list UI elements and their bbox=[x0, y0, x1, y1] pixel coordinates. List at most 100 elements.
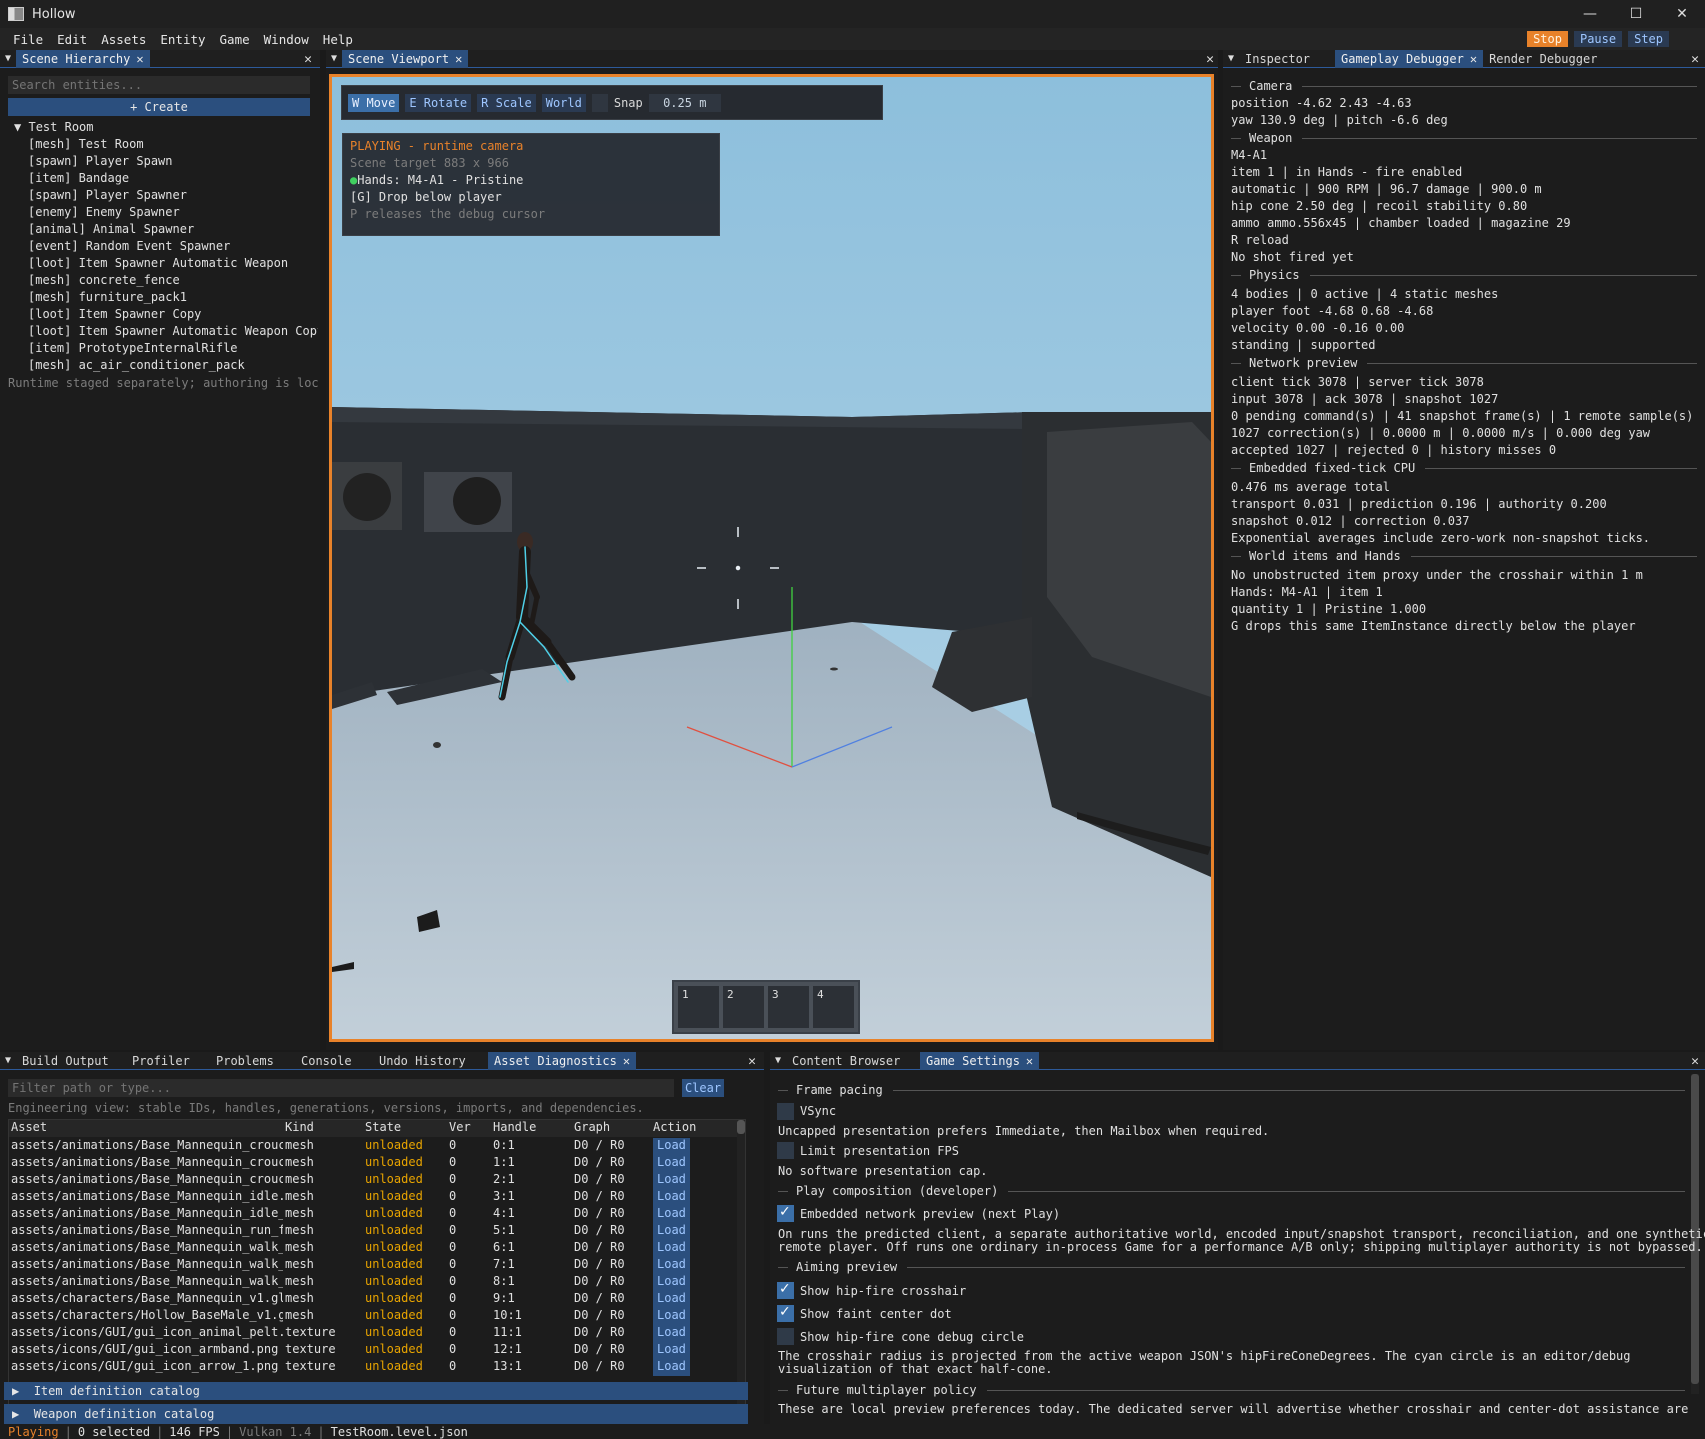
hotbar-slot-1[interactable]: 1 bbox=[678, 986, 719, 1028]
menu-assets[interactable]: Assets bbox=[94, 32, 153, 47]
load-button[interactable]: Load bbox=[653, 1274, 690, 1291]
close-tab-icon[interactable]: ✕ bbox=[623, 1054, 630, 1068]
tree-item[interactable]: [animal] Animal Spawner bbox=[28, 222, 318, 239]
close-panel-icon[interactable]: ✕ bbox=[1206, 50, 1214, 68]
item-catalog-header[interactable]: ▶ Item definition catalog bbox=[4, 1382, 748, 1400]
viewport-canvas[interactable]: W Move E Rotate R Scale World Snap 0.25 … bbox=[329, 74, 1214, 1042]
hotbar-slot-2[interactable]: 2 bbox=[723, 986, 764, 1028]
panel-menu-icon[interactable]: ▼ bbox=[0, 1052, 16, 1070]
load-button[interactable]: Load bbox=[653, 1240, 690, 1257]
close-tab-icon[interactable]: ✕ bbox=[1470, 52, 1477, 66]
column-header[interactable]: Ver bbox=[449, 1120, 491, 1137]
panel-menu-icon[interactable]: ▼ bbox=[0, 50, 16, 68]
search-input[interactable] bbox=[8, 76, 310, 94]
menu-help[interactable]: Help bbox=[316, 32, 360, 47]
embedded-preview-checkbox[interactable] bbox=[777, 1204, 794, 1222]
table-row[interactable]: assets/characters/Base_Mannequin_v1.glb m… bbox=[9, 1291, 737, 1308]
stop-button[interactable]: Stop bbox=[1527, 31, 1568, 47]
menu-entity[interactable]: Entity bbox=[153, 32, 212, 47]
tree-item[interactable]: [event] Random Event Spawner bbox=[28, 239, 318, 256]
panel-menu-icon[interactable]: ▼ bbox=[770, 1052, 786, 1070]
column-header[interactable]: Kind bbox=[285, 1120, 363, 1137]
tab-console[interactable]: Console bbox=[295, 1052, 373, 1070]
table-row[interactable]: assets/animations/Base_Mannequin_idle.gl… bbox=[9, 1189, 737, 1206]
tab-scene-hierarchy[interactable]: Scene Hierarchy ✕ bbox=[16, 49, 150, 68]
close-panel-icon[interactable]: ✕ bbox=[748, 1052, 756, 1070]
hotbar-slot-4[interactable]: 4 bbox=[813, 986, 854, 1028]
column-header[interactable]: Asset bbox=[11, 1120, 283, 1137]
close-panel-icon[interactable]: ✕ bbox=[1691, 1052, 1699, 1070]
table-row[interactable]: assets/icons/GUI/gui_icon_animal_pelt.p t… bbox=[9, 1325, 737, 1342]
tree-item[interactable]: [enemy] Enemy Spawner bbox=[28, 205, 318, 222]
close-panel-icon[interactable]: ✕ bbox=[1691, 50, 1699, 68]
create-button[interactable]: + Create bbox=[8, 98, 310, 116]
load-button[interactable]: Load bbox=[653, 1325, 690, 1342]
tab-game-settings[interactable]: Game Settings ✕ bbox=[920, 1052, 1040, 1070]
hotbar-slot-3[interactable]: 3 bbox=[768, 986, 809, 1028]
hip-crosshair-checkbox[interactable] bbox=[777, 1281, 794, 1299]
column-header[interactable]: Action bbox=[653, 1120, 713, 1137]
menu-game[interactable]: Game bbox=[213, 32, 257, 47]
table-row[interactable]: assets/animations/Base_Mannequin_crouch m… bbox=[9, 1172, 737, 1189]
column-header[interactable]: Graph bbox=[574, 1120, 652, 1137]
table-row[interactable]: assets/icons/GUI/gui_icon_arrow_1.png tex… bbox=[9, 1359, 737, 1376]
rotate-tool-button[interactable]: E Rotate bbox=[405, 93, 472, 112]
tab-render-debugger[interactable]: Render Debugger bbox=[1483, 50, 1603, 68]
tab-gameplay-debugger[interactable]: Gameplay Debugger ✕ bbox=[1335, 49, 1484, 68]
tree-item[interactable]: [loot] Item Spawner Automatic Weapon Cop… bbox=[28, 324, 318, 341]
close-tab-icon[interactable]: ✕ bbox=[1026, 1054, 1033, 1068]
table-row[interactable]: assets/animations/Base_Mannequin_walk_f m… bbox=[9, 1257, 737, 1274]
load-button[interactable]: Load bbox=[653, 1223, 690, 1240]
tree-root[interactable]: ▼ Test Room bbox=[14, 120, 94, 137]
minimize-button[interactable]: — bbox=[1567, 0, 1613, 28]
tree-item[interactable]: [mesh] furniture_pack1 bbox=[28, 290, 318, 307]
column-header[interactable]: Handle bbox=[493, 1120, 573, 1137]
load-button[interactable]: Load bbox=[653, 1155, 690, 1172]
tab-asset-diagnostics[interactable]: Asset Diagnostics ✕ bbox=[488, 1051, 637, 1070]
tab-content-browser[interactable]: Content Browser bbox=[786, 1052, 920, 1070]
scale-tool-button[interactable]: R Scale bbox=[477, 93, 536, 112]
clear-button[interactable]: Clear bbox=[682, 1079, 724, 1097]
close-tab-icon[interactable]: ✕ bbox=[455, 52, 462, 66]
tab-profiler[interactable]: Profiler bbox=[126, 1052, 210, 1070]
cone-circle-checkbox[interactable] bbox=[777, 1328, 794, 1345]
vsync-checkbox[interactable] bbox=[777, 1103, 794, 1120]
tree-item[interactable]: [mesh] Test Room bbox=[28, 137, 318, 154]
panel-menu-icon[interactable]: ▼ bbox=[1223, 50, 1239, 68]
panel-menu-icon[interactable]: ▼ bbox=[326, 50, 342, 68]
menu-file[interactable]: File bbox=[6, 32, 50, 47]
load-button[interactable]: Load bbox=[653, 1206, 690, 1223]
load-button[interactable]: Load bbox=[653, 1291, 690, 1308]
table-row[interactable]: assets/animations/Base_Mannequin_run_fo m… bbox=[9, 1223, 737, 1240]
load-button[interactable]: Load bbox=[653, 1138, 690, 1155]
load-button[interactable]: Load bbox=[653, 1257, 690, 1274]
tree-item[interactable]: [loot] Item Spawner Automatic Weapon bbox=[28, 256, 318, 273]
weapon-catalog-header[interactable]: ▶ Weapon definition catalog bbox=[4, 1404, 748, 1424]
tree-item[interactable]: [item] Bandage bbox=[28, 171, 318, 188]
load-button[interactable]: Load bbox=[653, 1342, 690, 1359]
table-row[interactable]: assets/animations/Base_Mannequin_crouch m… bbox=[9, 1138, 737, 1155]
table-row[interactable]: assets/characters/Hollow_BaseMale_v1.gl m… bbox=[9, 1308, 737, 1325]
tree-item[interactable]: [item] PrototypeInternalRifle bbox=[28, 341, 318, 358]
load-button[interactable]: Load bbox=[653, 1359, 690, 1376]
pause-button[interactable]: Pause bbox=[1573, 31, 1623, 47]
scrollbar-thumb[interactable] bbox=[737, 1120, 745, 1134]
load-button[interactable]: Load bbox=[653, 1189, 690, 1206]
collapse-arrow-icon[interactable]: ▼ bbox=[14, 120, 21, 134]
tree-item[interactable]: [mesh] concrete_fence bbox=[28, 273, 318, 290]
close-window-button[interactable]: ✕ bbox=[1659, 0, 1705, 28]
menu-edit[interactable]: Edit bbox=[50, 32, 94, 47]
tab-build-output[interactable]: Build Output bbox=[16, 1052, 126, 1070]
tab-scene-viewport[interactable]: Scene Viewport ✕ bbox=[342, 49, 469, 68]
tab-problems[interactable]: Problems bbox=[210, 1052, 295, 1070]
menu-window[interactable]: Window bbox=[257, 32, 316, 47]
move-tool-button[interactable]: W Move bbox=[348, 93, 400, 112]
tab-undo-history[interactable]: Undo History bbox=[373, 1052, 488, 1070]
snap-checkbox[interactable] bbox=[591, 93, 608, 112]
load-button[interactable]: Load bbox=[653, 1308, 690, 1325]
table-row[interactable]: assets/animations/Base_Mannequin_idle_w m… bbox=[9, 1206, 737, 1223]
maximize-button[interactable]: ☐ bbox=[1613, 0, 1659, 28]
load-button[interactable]: Load bbox=[653, 1172, 690, 1189]
filter-input[interactable] bbox=[8, 1079, 674, 1097]
tab-inspector[interactable]: Inspector bbox=[1239, 50, 1335, 68]
